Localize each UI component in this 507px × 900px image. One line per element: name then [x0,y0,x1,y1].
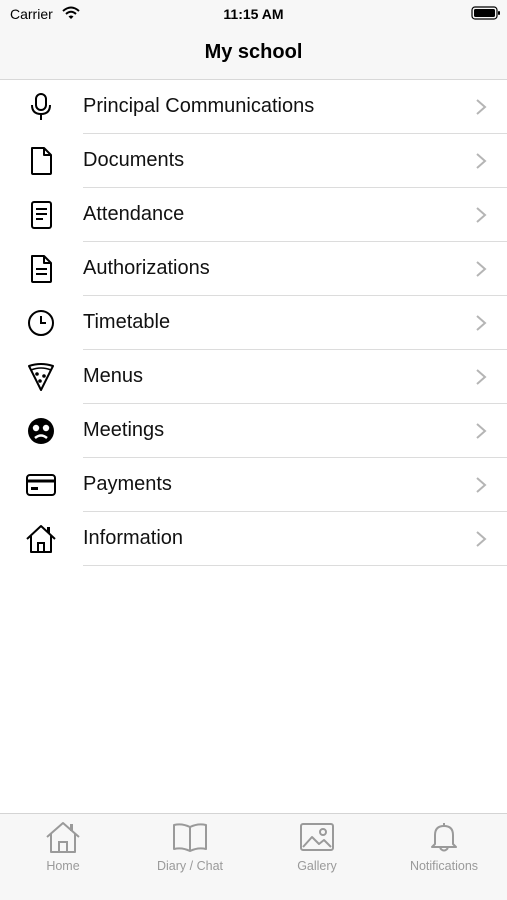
menu-item-documents[interactable]: Documents [0,134,507,188]
pizza-slice-icon [25,362,57,392]
tab-bar: Home Diary / Chat Gallery Notifications [0,813,507,900]
chevron-right-icon [474,151,488,171]
chevron-right-icon [474,367,488,387]
menu-item-principal-communications[interactable]: Principal Communications [0,80,507,134]
menu-item-information[interactable]: Information [0,512,507,566]
menu-item-authorizations[interactable]: Authorizations [0,242,507,296]
open-book-icon [172,820,208,854]
menu-list: Principal Communications Documents Atten… [0,80,507,566]
menu-item-label: Payments [83,473,172,495]
chevron-right-icon [474,421,488,441]
menu-item-menus[interactable]: Menus [0,350,507,404]
document-icon [25,146,57,176]
tab-gallery[interactable]: Gallery [254,814,380,900]
menu-item-label: Information [83,527,184,549]
chevron-right-icon [474,97,488,117]
attendance-sheet-icon [25,200,57,230]
menu-item-timetable[interactable]: Timetable [0,296,507,350]
chevron-right-icon [474,475,488,495]
tab-home[interactable]: Home [0,814,126,900]
tab-label: Notifications [409,859,479,873]
tab-label: Home [46,859,80,873]
microphone-icon [25,92,57,122]
meeting-face-icon [25,416,57,446]
menu-item-label: Timetable [83,311,171,333]
navigation-bar: My school [0,28,507,80]
menu-item-label: Menus [83,365,144,387]
menu-item-label: Attendance [83,203,185,225]
tab-notifications[interactable]: Notifications [381,814,507,900]
menu-item-label: Meetings [83,419,165,441]
row-divider [83,565,507,566]
chevron-right-icon [474,205,488,225]
menu-item-label: Principal Communications [83,95,315,117]
house-icon [25,524,57,554]
chevron-right-icon [474,313,488,333]
chevron-right-icon [474,259,488,279]
authorization-file-icon [25,254,57,284]
bell-icon [426,820,462,854]
menu-item-attendance[interactable]: Attendance [0,188,507,242]
image-icon [299,820,335,854]
tab-label: Diary / Chat [157,859,223,873]
menu-item-label: Documents [83,149,185,171]
page-title: My school [204,41,303,63]
status-bar: Carrier 11:15 AM [0,0,507,28]
credit-card-icon [25,470,57,500]
menu-item-payments[interactable]: Payments [0,458,507,512]
menu-item-meetings[interactable]: Meetings [0,404,507,458]
tab-label: Gallery [297,859,337,873]
home-icon [45,820,81,854]
battery-icon [471,6,501,20]
tab-diary-chat[interactable]: Diary / Chat [127,814,253,900]
chevron-right-icon [474,529,488,549]
status-time: 11:15 AM [223,6,284,22]
menu-item-label: Authorizations [83,257,210,279]
clock-icon [25,308,57,338]
